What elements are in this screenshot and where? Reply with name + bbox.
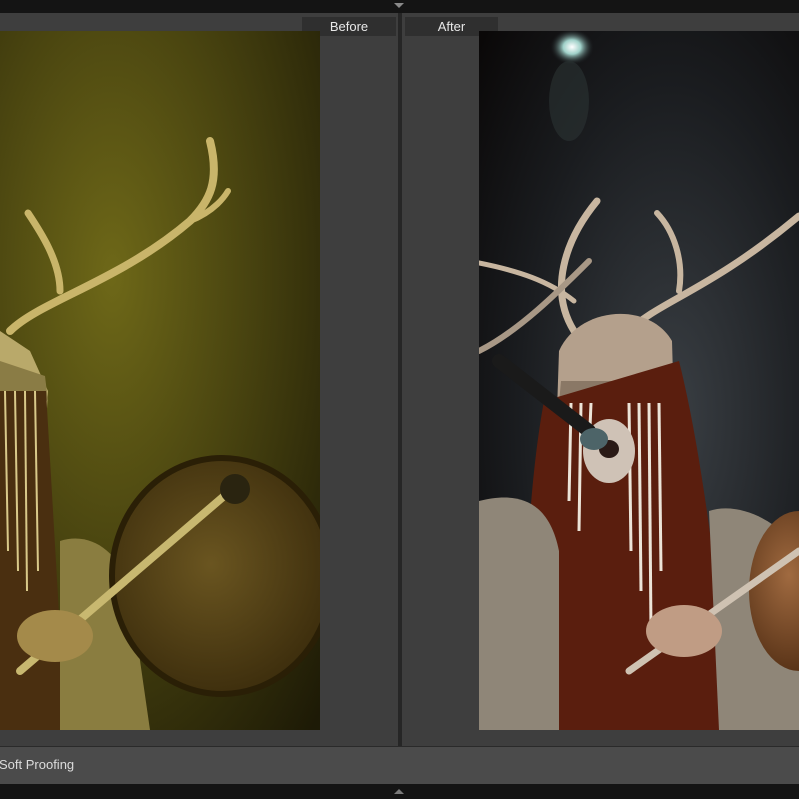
- before-photo[interactable]: [0, 31, 320, 730]
- toolbar: Soft Proofing: [0, 746, 799, 785]
- after-photo[interactable]: [479, 31, 799, 730]
- soft-proofing-checkbox-label[interactable]: Soft Proofing: [0, 757, 74, 772]
- filmstrip-bar: [0, 784, 799, 799]
- top-panel-bar: [0, 0, 799, 13]
- compare-divider[interactable]: [398, 13, 402, 746]
- triangle-down-icon[interactable]: [394, 3, 404, 8]
- triangle-up-icon[interactable]: [394, 789, 404, 794]
